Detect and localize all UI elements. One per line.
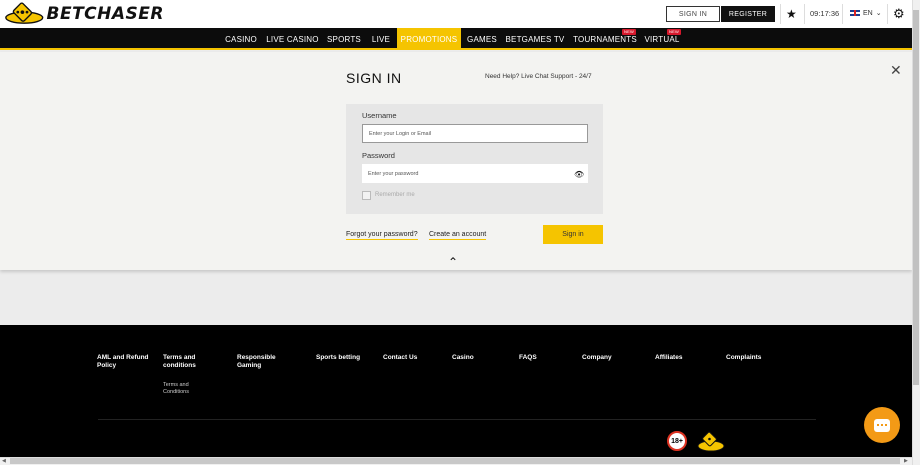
nav-item-tournaments[interactable]: TOURNAMENTS NEW <box>573 28 637 50</box>
footer-link-contact-us[interactable]: Contact Us <box>383 354 417 362</box>
close-icon[interactable]: ✕ <box>890 62 902 79</box>
remember-me-checkbox[interactable] <box>362 191 371 200</box>
footer-link-terms[interactable]: Terms and conditions <box>163 354 213 370</box>
scroll-left-arrow-icon[interactable]: ◀ <box>2 458 6 464</box>
footer-divider <box>98 419 816 420</box>
nav-item-live[interactable]: LIVE <box>368 28 394 50</box>
vertical-scrollbar-thumb[interactable] <box>913 10 919 385</box>
logo-emblem-icon <box>5 2 44 24</box>
clock: 09:17:36 <box>810 9 840 18</box>
gear-icon[interactable]: ⚙ <box>893 6 905 22</box>
create-account-link[interactable]: Create an account <box>429 231 487 240</box>
header-sign-in-button[interactable]: SIGN IN <box>666 6 720 22</box>
nav-item-betgames-tv[interactable]: BETGAMES TV <box>505 28 565 50</box>
nav-item-virtual[interactable]: VIRTUAL NEW <box>643 28 681 50</box>
footer-link-aml-refund[interactable]: AML and Refund Policy <box>97 354 149 370</box>
nav-item-promotions[interactable]: PROMOTIONS <box>397 28 461 50</box>
password-input[interactable]: Enter your password <box>362 164 588 183</box>
remember-me-label[interactable]: Remember me <box>375 192 415 198</box>
page-title: SIGN IN <box>346 70 402 86</box>
footer-link-casino[interactable]: Casino <box>452 354 474 362</box>
nav-item-live-casino[interactable]: LIVE CASINO <box>265 28 320 50</box>
footer-logo-icon <box>697 431 725 452</box>
nav-item-sports[interactable]: SPORTS <box>325 28 363 50</box>
age-restriction-badge: 18+ <box>667 431 687 451</box>
nav-item-games[interactable]: GAMES <box>464 28 500 50</box>
chat-bubble-icon <box>874 418 890 432</box>
top-header: BETCHASER <box>0 0 912 28</box>
new-badge: NEW <box>622 29 636 35</box>
horizontal-scrollbar-thumb[interactable] <box>10 458 900 464</box>
chevron-up-icon[interactable]: ⌃ <box>448 255 458 269</box>
nav-item-casino[interactable]: CASINO <box>222 28 260 50</box>
language-label: EN <box>863 9 873 17</box>
footer-sublink-terms[interactable]: Terms and Conditions <box>163 382 203 396</box>
password-label: Password <box>362 151 395 160</box>
brand-logo[interactable]: BETCHASER <box>4 2 164 26</box>
forgot-password-link[interactable]: Forgot your password? <box>346 231 418 240</box>
username-input[interactable]: Enter your Login or Email <box>362 124 588 143</box>
sign-in-button[interactable]: Sign in <box>543 225 603 244</box>
main-nav: CASINO LIVE CASINO SPORTS LIVE PROMOTION… <box>0 28 912 50</box>
chevron-down-icon: ⌄ <box>875 10 882 17</box>
footer-link-affiliates[interactable]: Affiliates <box>655 354 682 362</box>
footer <box>0 325 912 458</box>
divider <box>804 4 805 24</box>
footer-link-faqs[interactable]: FAQS <box>519 354 537 362</box>
show-password-eye-icon[interactable]: 👁 <box>574 170 584 179</box>
divider <box>887 4 888 24</box>
divider <box>842 4 843 24</box>
logo-text: BETCHASER <box>46 4 164 24</box>
new-badge: NEW <box>667 29 681 35</box>
divider <box>780 4 781 24</box>
footer-link-company[interactable]: Company <box>582 354 612 362</box>
footer-link-sports-betting[interactable]: Sports betting <box>316 354 360 362</box>
live-chat-help-link[interactable]: Need Help? Live Chat Support - 24/7 <box>485 73 592 80</box>
scroll-right-arrow-icon[interactable]: ▶ <box>904 458 908 464</box>
username-label: Username <box>362 111 397 120</box>
favorites-star-icon[interactable]: ★ <box>786 7 797 21</box>
language-selector[interactable]: EN ⌄ <box>850 9 882 17</box>
footer-link-complaints[interactable]: Complaints <box>726 354 761 362</box>
uk-flag-icon <box>850 10 860 16</box>
footer-link-responsible-gaming[interactable]: Responsible Gaming <box>237 354 289 370</box>
header-register-button[interactable]: REGISTER <box>721 6 775 22</box>
live-chat-button[interactable] <box>864 407 900 443</box>
